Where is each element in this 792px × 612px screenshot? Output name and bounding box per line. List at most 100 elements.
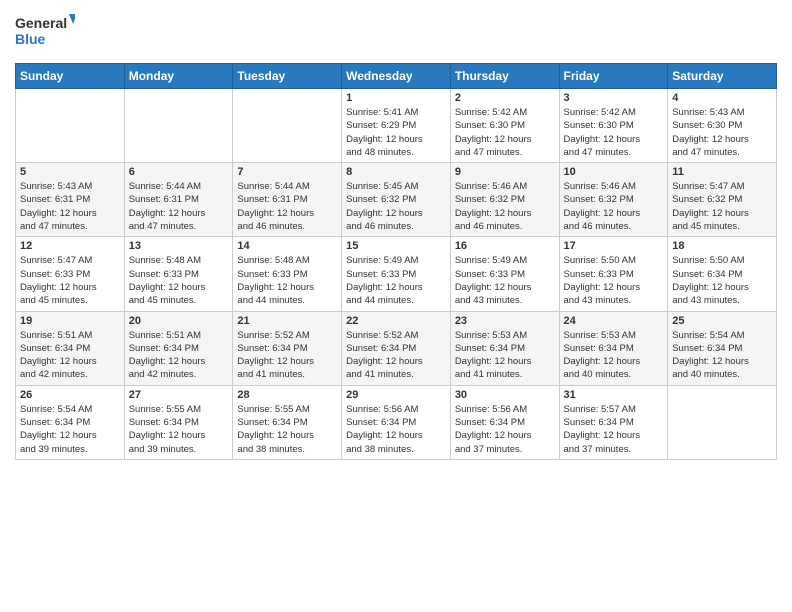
calendar-day-cell: 5Sunrise: 5:43 AM Sunset: 6:31 PM Daylig… bbox=[16, 163, 125, 237]
calendar-empty-cell bbox=[124, 89, 233, 163]
day-header-sunday: Sunday bbox=[16, 64, 125, 89]
calendar-week-row: 26 Sunrise: 5:54 AM Sunset: 6:34 PM Dayli… bbox=[16, 385, 777, 459]
day-info: Sunrise: 5:50 AM Sunset: 6:34 PM Dayligh… bbox=[672, 254, 772, 307]
calendar-day-cell: 9Sunrise: 5:46 AM Sunset: 6:32 PM Daylig… bbox=[450, 163, 559, 237]
day-info: Sunrise: 5:52 AM Sunset: 6:34 PM Dayligh… bbox=[346, 329, 446, 382]
calendar-week-row: 19 Sunrise: 5:51 AM Sunset: 6:34 PM Dayli… bbox=[16, 311, 777, 385]
calendar-day-cell: 3Sunrise: 5:42 AM Sunset: 6:30 PM Daylig… bbox=[559, 89, 668, 163]
calendar-header-row: SundayMondayTuesdayWednesdayThursdayFrid… bbox=[16, 64, 777, 89]
day-number: 23 bbox=[455, 315, 555, 327]
calendar-day-cell: 6Sunrise: 5:44 AM Sunset: 6:31 PM Daylig… bbox=[124, 163, 233, 237]
calendar-empty-cell bbox=[233, 89, 342, 163]
day-header-wednesday: Wednesday bbox=[342, 64, 451, 89]
calendar-day-cell: 13 Sunrise: 5:48 AM Sunset: 6:33 PM Dayli… bbox=[124, 237, 233, 311]
day-number: 19 bbox=[20, 315, 120, 327]
calendar-day-cell: 12 Sunrise: 5:47 AM Sunset: 6:33 PM Dayli… bbox=[16, 237, 125, 311]
day-number: 29 bbox=[346, 389, 446, 401]
calendar-day-cell: 28Sunrise: 5:55 AM Sunset: 6:34 PM Dayli… bbox=[233, 385, 342, 459]
calendar-day-cell: 2 Sunrise: 5:42 AM Sunset: 6:30 PM Daylig… bbox=[450, 89, 559, 163]
calendar-day-cell: 14 Sunrise: 5:48 AM Sunset: 6:33 PM Dayli… bbox=[233, 237, 342, 311]
day-number: 16 bbox=[455, 240, 555, 252]
calendar-day-cell: 11 Sunrise: 5:47 AM Sunset: 6:32 PM Dayli… bbox=[668, 163, 777, 237]
day-number: 26 bbox=[20, 389, 120, 401]
calendar-day-cell: 25Sunrise: 5:54 AM Sunset: 6:34 PM Dayli… bbox=[668, 311, 777, 385]
day-number: 15 bbox=[346, 240, 446, 252]
day-number: 20 bbox=[129, 315, 229, 327]
day-number: 8 bbox=[346, 166, 446, 178]
day-info: Sunrise: 5:43 AM Sunset: 6:31 PM Dayligh… bbox=[20, 180, 120, 233]
day-number: 28 bbox=[237, 389, 337, 401]
calendar-week-row: 1 Sunrise: 5:41 AM Sunset: 6:29 PM Daylig… bbox=[16, 89, 777, 163]
day-info: Sunrise: 5:51 AM Sunset: 6:34 PM Dayligh… bbox=[20, 329, 120, 382]
day-number: 7 bbox=[237, 166, 337, 178]
day-info: Sunrise: 5:46 AM Sunset: 6:32 PM Dayligh… bbox=[564, 180, 664, 233]
day-number: 13 bbox=[129, 240, 229, 252]
day-info: Sunrise: 5:42 AM Sunset: 6:30 PM Dayligh… bbox=[455, 106, 555, 159]
day-number: 22 bbox=[346, 315, 446, 327]
day-number: 24 bbox=[564, 315, 664, 327]
day-number: 10 bbox=[564, 166, 664, 178]
day-info: Sunrise: 5:49 AM Sunset: 6:33 PM Dayligh… bbox=[455, 254, 555, 307]
day-info: Sunrise: 5:51 AM Sunset: 6:34 PM Dayligh… bbox=[129, 329, 229, 382]
day-header-monday: Monday bbox=[124, 64, 233, 89]
calendar-day-cell: 19 Sunrise: 5:51 AM Sunset: 6:34 PM Dayli… bbox=[16, 311, 125, 385]
day-number: 3 bbox=[564, 92, 664, 104]
day-number: 9 bbox=[455, 166, 555, 178]
day-number: 18 bbox=[672, 240, 772, 252]
day-number: 21 bbox=[237, 315, 337, 327]
day-info: Sunrise: 5:48 AM Sunset: 6:33 PM Dayligh… bbox=[129, 254, 229, 307]
day-header-thursday: Thursday bbox=[450, 64, 559, 89]
day-header-saturday: Saturday bbox=[668, 64, 777, 89]
calendar-day-cell: 18 Sunrise: 5:50 AM Sunset: 6:34 PM Dayli… bbox=[668, 237, 777, 311]
day-info: Sunrise: 5:53 AM Sunset: 6:34 PM Dayligh… bbox=[564, 329, 664, 382]
calendar-empty-cell bbox=[16, 89, 125, 163]
day-info: Sunrise: 5:47 AM Sunset: 6:33 PM Dayligh… bbox=[20, 254, 120, 307]
day-info: Sunrise: 5:47 AM Sunset: 6:32 PM Dayligh… bbox=[672, 180, 772, 233]
day-number: 11 bbox=[672, 166, 772, 178]
day-info: Sunrise: 5:45 AM Sunset: 6:32 PM Dayligh… bbox=[346, 180, 446, 233]
day-info: Sunrise: 5:53 AM Sunset: 6:34 PM Dayligh… bbox=[455, 329, 555, 382]
calendar-week-row: 5Sunrise: 5:43 AM Sunset: 6:31 PM Daylig… bbox=[16, 163, 777, 237]
calendar-day-cell: 17 Sunrise: 5:50 AM Sunset: 6:33 PM Dayli… bbox=[559, 237, 668, 311]
day-info: Sunrise: 5:49 AM Sunset: 6:33 PM Dayligh… bbox=[346, 254, 446, 307]
calendar-day-cell: 8 Sunrise: 5:45 AM Sunset: 6:32 PM Daylig… bbox=[342, 163, 451, 237]
page: General Blue SundayMondayTuesdayWednesda… bbox=[0, 0, 792, 612]
calendar-empty-cell bbox=[668, 385, 777, 459]
calendar-day-cell: 4Sunrise: 5:43 AM Sunset: 6:30 PM Daylig… bbox=[668, 89, 777, 163]
calendar-day-cell: 15 Sunrise: 5:49 AM Sunset: 6:33 PM Dayli… bbox=[342, 237, 451, 311]
calendar-day-cell: 30Sunrise: 5:56 AM Sunset: 6:34 PM Dayli… bbox=[450, 385, 559, 459]
day-number: 27 bbox=[129, 389, 229, 401]
day-info: Sunrise: 5:50 AM Sunset: 6:33 PM Dayligh… bbox=[564, 254, 664, 307]
calendar-day-cell: 27 Sunrise: 5:55 AM Sunset: 6:34 PM Dayli… bbox=[124, 385, 233, 459]
logo-svg: General Blue bbox=[15, 10, 75, 55]
calendar-day-cell: 26 Sunrise: 5:54 AM Sunset: 6:34 PM Dayli… bbox=[16, 385, 125, 459]
calendar-day-cell: 22 Sunrise: 5:52 AM Sunset: 6:34 PM Dayli… bbox=[342, 311, 451, 385]
day-info: Sunrise: 5:55 AM Sunset: 6:34 PM Dayligh… bbox=[129, 403, 229, 456]
day-info: Sunrise: 5:52 AM Sunset: 6:34 PM Dayligh… bbox=[237, 329, 337, 382]
day-info: Sunrise: 5:43 AM Sunset: 6:30 PM Dayligh… bbox=[672, 106, 772, 159]
calendar-week-row: 12 Sunrise: 5:47 AM Sunset: 6:33 PM Dayli… bbox=[16, 237, 777, 311]
calendar-day-cell: 21 Sunrise: 5:52 AM Sunset: 6:34 PM Dayli… bbox=[233, 311, 342, 385]
day-number: 31 bbox=[564, 389, 664, 401]
day-info: Sunrise: 5:54 AM Sunset: 6:34 PM Dayligh… bbox=[20, 403, 120, 456]
calendar-day-cell: 20 Sunrise: 5:51 AM Sunset: 6:34 PM Dayli… bbox=[124, 311, 233, 385]
day-info: Sunrise: 5:57 AM Sunset: 6:34 PM Dayligh… bbox=[564, 403, 664, 456]
calendar-day-cell: 29Sunrise: 5:56 AM Sunset: 6:34 PM Dayli… bbox=[342, 385, 451, 459]
day-info: Sunrise: 5:44 AM Sunset: 6:31 PM Dayligh… bbox=[129, 180, 229, 233]
header: General Blue bbox=[15, 10, 777, 55]
day-number: 30 bbox=[455, 389, 555, 401]
calendar-day-cell: 24 Sunrise: 5:53 AM Sunset: 6:34 PM Dayli… bbox=[559, 311, 668, 385]
day-info: Sunrise: 5:41 AM Sunset: 6:29 PM Dayligh… bbox=[346, 106, 446, 159]
calendar-day-cell: 1 Sunrise: 5:41 AM Sunset: 6:29 PM Daylig… bbox=[342, 89, 451, 163]
day-number: 17 bbox=[564, 240, 664, 252]
day-number: 2 bbox=[455, 92, 555, 104]
day-number: 14 bbox=[237, 240, 337, 252]
calendar-day-cell: 16 Sunrise: 5:49 AM Sunset: 6:33 PM Dayli… bbox=[450, 237, 559, 311]
calendar-table: SundayMondayTuesdayWednesdayThursdayFrid… bbox=[15, 63, 777, 460]
day-info: Sunrise: 5:48 AM Sunset: 6:33 PM Dayligh… bbox=[237, 254, 337, 307]
calendar-day-cell: 23 Sunrise: 5:53 AM Sunset: 6:34 PM Dayli… bbox=[450, 311, 559, 385]
day-number: 1 bbox=[346, 92, 446, 104]
calendar-day-cell: 7Sunrise: 5:44 AM Sunset: 6:31 PM Daylig… bbox=[233, 163, 342, 237]
day-header-friday: Friday bbox=[559, 64, 668, 89]
day-number: 12 bbox=[20, 240, 120, 252]
